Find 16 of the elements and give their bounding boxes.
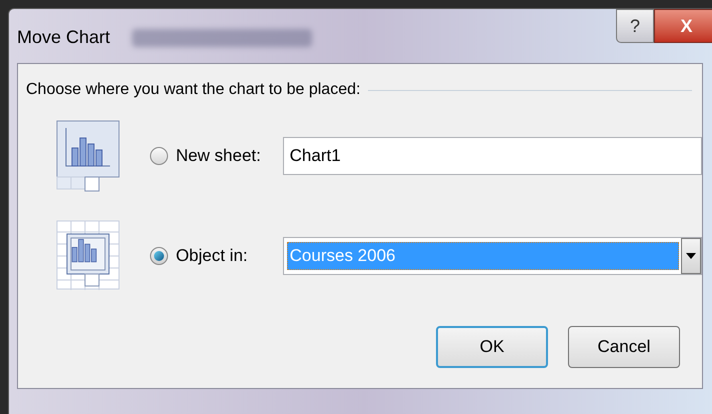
radio-button[interactable]: [150, 147, 168, 165]
ok-button[interactable]: OK: [436, 326, 548, 368]
window-title: Move Chart: [17, 26, 110, 49]
embedded-chart-icon: [56, 220, 120, 292]
radio-label[interactable]: Object in:: [176, 243, 283, 269]
caret-icon: [681, 238, 701, 274]
field-text: Chart1: [288, 145, 342, 168]
selected-text: Courses 2006: [286, 242, 679, 270]
input-field[interactable]: Chart1: [282, 137, 702, 175]
chart-sheet-icon: [56, 120, 120, 192]
radio-label[interactable]: New sheet:: [176, 143, 283, 169]
prompt-label: Choose where you want the chart to be placed:: [26, 80, 360, 100]
close-button[interactable]: X: [654, 9, 712, 43]
radio-button[interactable]: [150, 247, 168, 265]
cancel-button[interactable]: Cancel: [568, 326, 680, 368]
help-button[interactable]: ?: [616, 9, 654, 43]
